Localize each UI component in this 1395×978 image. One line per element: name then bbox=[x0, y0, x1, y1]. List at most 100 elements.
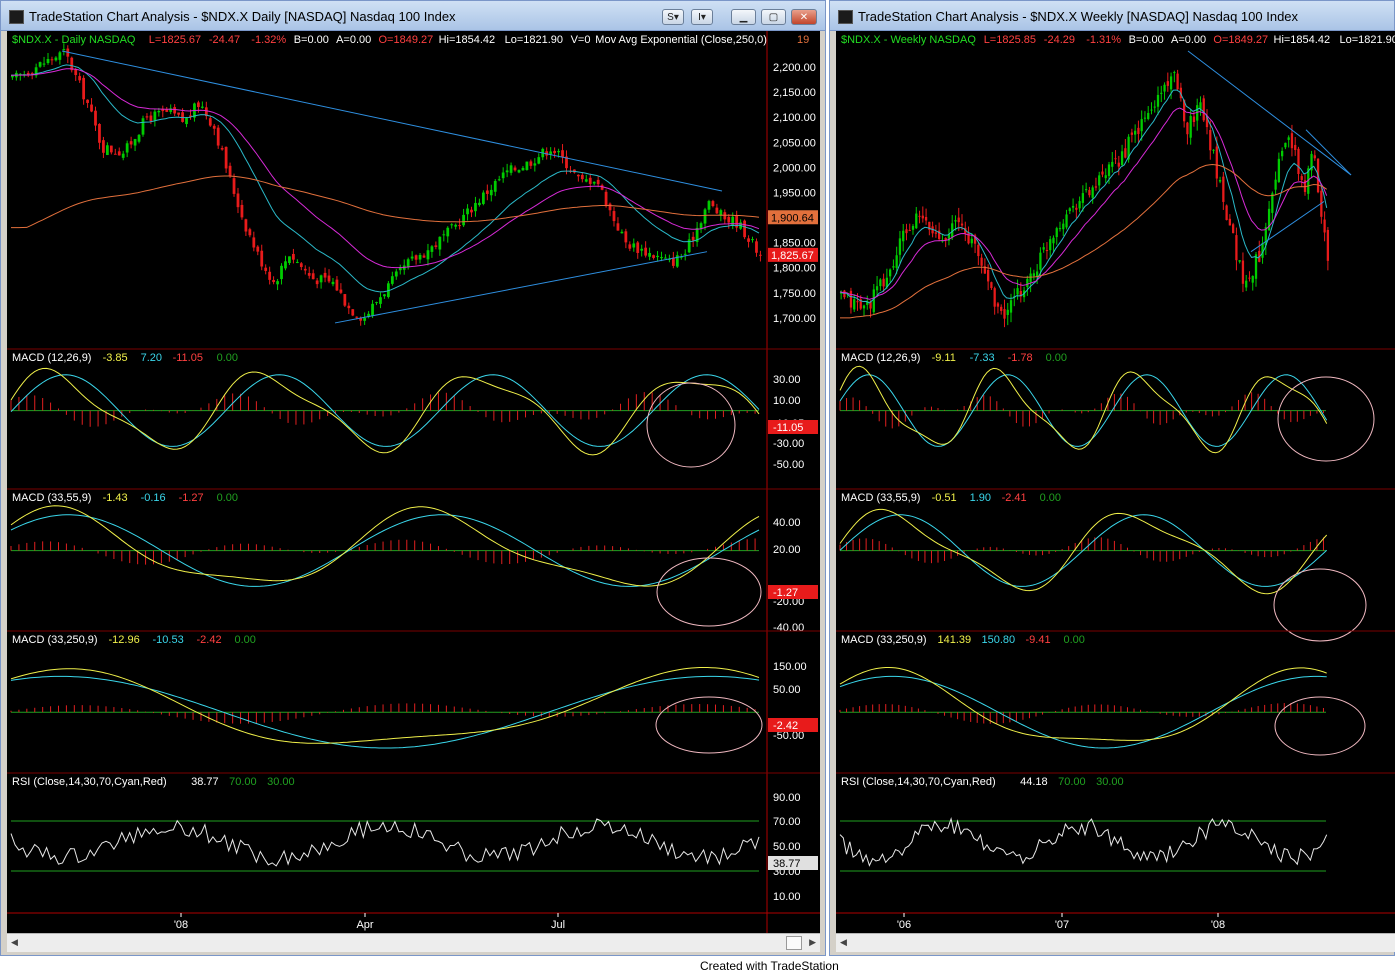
candle-body bbox=[691, 236, 695, 241]
macd-histogram bbox=[10, 703, 756, 724]
candle-body bbox=[212, 125, 216, 129]
indicator-title: MACD (33,250,9) bbox=[841, 634, 927, 646]
candle-body bbox=[434, 245, 438, 247]
candle-body bbox=[288, 256, 291, 263]
candle-body bbox=[216, 127, 220, 146]
candle-body bbox=[853, 299, 856, 310]
candle-body bbox=[50, 59, 54, 61]
candle-body bbox=[1160, 92, 1163, 94]
candle-body bbox=[501, 172, 505, 179]
weekly-window-title: TradeStation Chart Analysis - $NDX.X Wee… bbox=[858, 9, 1299, 24]
candle-body bbox=[493, 181, 497, 192]
scroll-right-icon[interactable]: ▶ bbox=[809, 937, 816, 948]
candle-body bbox=[644, 247, 648, 256]
style-menu-button[interactable]: S▾ bbox=[662, 9, 684, 25]
highlight-circle bbox=[1273, 568, 1367, 642]
minimize-icon[interactable]: ▁ bbox=[731, 9, 756, 25]
candle-body bbox=[1016, 288, 1019, 295]
candle-body bbox=[671, 257, 675, 266]
time-axis-label: '08 bbox=[1211, 919, 1225, 931]
daily-horizontal-scrollbar[interactable]: ◀ ▶ bbox=[7, 933, 820, 952]
candle-body bbox=[109, 145, 113, 153]
candle-body bbox=[620, 231, 624, 234]
candle-body bbox=[390, 276, 394, 284]
candle-body bbox=[993, 288, 996, 307]
ema-mid-line bbox=[10, 68, 760, 269]
scroll-left-icon[interactable]: ◀ bbox=[840, 937, 847, 948]
candle-body bbox=[129, 141, 133, 145]
candle-body bbox=[1045, 250, 1049, 252]
candle-body bbox=[1049, 239, 1052, 251]
candle-body bbox=[1032, 273, 1036, 276]
app-icon bbox=[9, 10, 24, 24]
candle-body bbox=[612, 211, 616, 222]
candle-body bbox=[418, 254, 422, 260]
candle-body bbox=[1163, 84, 1166, 92]
weekly-horizontal-scrollbar[interactable]: ◀ bbox=[836, 933, 1395, 952]
indicator-value: 38.77 bbox=[191, 776, 219, 788]
candle-body bbox=[924, 216, 928, 221]
candle-body bbox=[303, 268, 307, 271]
candle-body bbox=[394, 271, 398, 277]
candle-body bbox=[1245, 280, 1248, 288]
candle-body bbox=[1029, 273, 1032, 283]
scroll-thumb[interactable] bbox=[786, 936, 802, 950]
maximize-icon[interactable]: ▢ bbox=[761, 9, 786, 25]
candle-body bbox=[351, 309, 355, 316]
candle-body bbox=[1088, 190, 1091, 196]
indicator-value: -9.41 bbox=[1026, 634, 1051, 646]
candle-body bbox=[580, 174, 584, 180]
candle-body bbox=[478, 202, 481, 206]
insert-menu-button[interactable]: I▾ bbox=[691, 9, 713, 25]
candle-body bbox=[177, 112, 181, 115]
highlight-circle bbox=[655, 696, 763, 754]
candle-body bbox=[1104, 175, 1107, 179]
candle-body bbox=[1238, 260, 1241, 262]
candle-body bbox=[70, 57, 74, 71]
candle-body bbox=[703, 209, 707, 224]
candle-body bbox=[970, 238, 973, 244]
candle-body bbox=[1186, 122, 1189, 135]
indicator-tick-label: 70.00 bbox=[773, 816, 801, 828]
close-icon[interactable]: ✕ bbox=[791, 9, 817, 25]
weekly-titlebar[interactable]: TradeStation Chart Analysis - $NDX.X Wee… bbox=[830, 1, 1394, 31]
candle-body bbox=[489, 189, 493, 196]
candle-body bbox=[1212, 149, 1215, 151]
scroll-left-icon[interactable]: ◀ bbox=[11, 937, 18, 948]
candle-body bbox=[90, 104, 93, 112]
candle-body bbox=[173, 107, 177, 114]
macd-line bbox=[10, 505, 760, 587]
candle-body bbox=[892, 266, 895, 268]
candle-body bbox=[727, 216, 731, 223]
candle-body bbox=[1111, 161, 1114, 167]
candle-body bbox=[375, 302, 378, 304]
candle-body bbox=[872, 289, 875, 313]
candle-body bbox=[954, 220, 957, 222]
candle-body bbox=[315, 280, 319, 285]
candle-body bbox=[323, 272, 327, 278]
candle-body bbox=[327, 275, 331, 282]
indicator-value: 7.20 bbox=[141, 352, 162, 364]
daily-chart-window: TradeStation Chart Analysis - $NDX.X Dai… bbox=[0, 0, 826, 956]
candle-body bbox=[707, 201, 711, 210]
indicator-tick-label: 10.00 bbox=[773, 891, 801, 903]
price-tag-label: 1,825.67 bbox=[771, 250, 814, 262]
macd-histogram bbox=[10, 538, 756, 565]
candle-body bbox=[557, 151, 560, 153]
candle-body bbox=[117, 151, 121, 156]
candle-body bbox=[980, 257, 983, 266]
price-legend-item: B=0.00 bbox=[1129, 34, 1164, 46]
price-legend-item: A=0.00 bbox=[1171, 34, 1206, 46]
daily-plot-area: $NDX.X - Daily NASDAQ L=1825.67 -24.47 -1.3… bbox=[7, 31, 820, 933]
indicator-value: 141.39 bbox=[938, 634, 972, 646]
candle-body bbox=[1058, 228, 1062, 230]
daily-titlebar[interactable]: TradeStation Chart Analysis - $NDX.X Dai… bbox=[1, 1, 825, 31]
candle-body bbox=[751, 239, 754, 241]
indicator-value: 44.18 bbox=[1020, 776, 1048, 788]
price-tick-label: 1,850.00 bbox=[773, 238, 816, 250]
candle-body bbox=[889, 269, 892, 277]
candle-body bbox=[430, 246, 434, 252]
indicator-value: -2.41 bbox=[1002, 492, 1027, 504]
candle-body bbox=[497, 179, 501, 181]
candle-body bbox=[1169, 76, 1173, 90]
